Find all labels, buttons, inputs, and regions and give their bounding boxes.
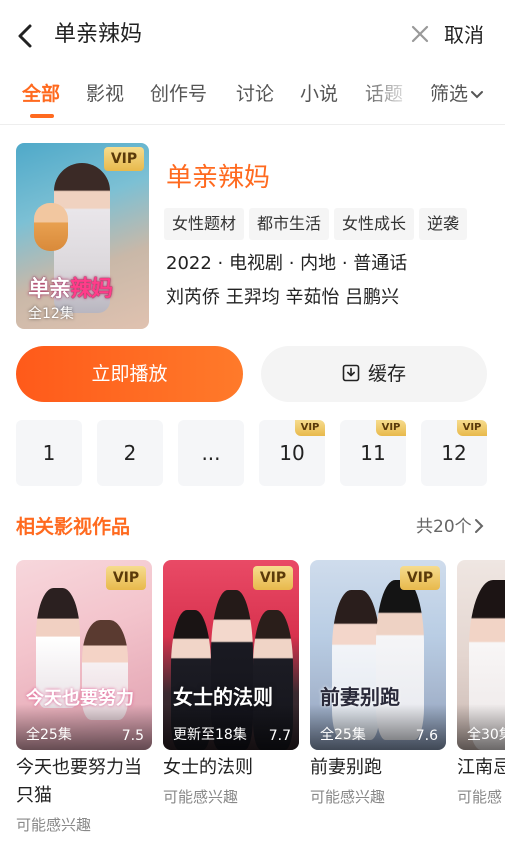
vip-badge: VIP (253, 566, 293, 590)
poster-child (34, 203, 68, 251)
related-thumbnail: 今天也要努力 VIP 全25集 7.5 (16, 560, 152, 750)
related-subtitle: 可能感 (457, 788, 503, 806)
cache-label: 缓存 (367, 363, 406, 385)
result-tabs: 全部 影视 创作号 讨论 小说 话题 筛选 (0, 72, 505, 122)
episode-more[interactable]: ... (178, 420, 244, 486)
show-poster[interactable]: VIP 单亲辣妈 全12集 (16, 143, 149, 329)
related-card[interactable]: 全30集 江南忌 可能感 (457, 560, 505, 810)
related-card[interactable]: 女士的法则 VIP 更新至18集 7.7 女士的法则 可能感兴趣 (163, 560, 299, 810)
episode-1[interactable]: 1 (16, 420, 82, 486)
related-count: 共20个 (416, 517, 472, 537)
related-card[interactable]: 今天也要努力 VIP 全25集 7.5 今天也要努力当只猫 可能感兴趣 (16, 560, 152, 838)
play-button[interactable]: 立即播放 (16, 346, 243, 402)
tab-creator[interactable]: 创作号 (150, 80, 207, 108)
tag[interactable]: 都市生活 (249, 208, 330, 240)
episode-10[interactable]: 10 VIP (259, 420, 325, 486)
vip-badge: VIP (104, 147, 144, 171)
episode-count: 更新至18集 (173, 727, 247, 743)
clear-icon[interactable] (406, 20, 434, 48)
related-section-title: 相关影视作品 (16, 516, 131, 538)
rating: 7.6 (415, 728, 438, 744)
related-thumbnail: 女士的法则 VIP 更新至18集 7.7 (163, 560, 299, 750)
tab-video[interactable]: 影视 (86, 80, 124, 108)
related-subtitle: 可能感兴趣 (163, 788, 239, 806)
rating: 7.5 (121, 728, 144, 744)
episode-12[interactable]: 12 VIP (421, 420, 487, 486)
tab-indicator (30, 114, 54, 118)
chevron-down-icon (471, 90, 484, 98)
related-subtitle: 可能感兴趣 (310, 788, 386, 806)
related-title: 今天也要努力当只猫 (16, 757, 142, 806)
related-thumbnail: 全30集 (457, 560, 505, 750)
related-more-link[interactable]: 共20个 (416, 512, 484, 542)
show-meta: 2022 · 电视剧 · 内地 · 普通话 (166, 253, 408, 274)
episode-count: 全25集 (320, 727, 366, 743)
rating: 7.7 (268, 728, 291, 744)
tab-discussion[interactable]: 讨论 (236, 80, 274, 108)
vip-badge: VIP (457, 420, 487, 436)
vip-badge: VIP (400, 566, 440, 590)
show-cast[interactable]: 刘芮侨 王羿均 辛茹怡 吕鹏兴 (166, 284, 399, 312)
vip-badge: VIP (106, 566, 146, 590)
episode-2[interactable]: 2 (97, 420, 163, 486)
cache-button[interactable]: 缓存 (261, 346, 487, 402)
divider (0, 124, 505, 125)
related-title: 前妻别跑 (310, 757, 382, 778)
show-title[interactable]: 单亲辣妈 (166, 158, 270, 198)
tag[interactable]: 女性成长 (334, 208, 415, 240)
vip-badge: VIP (376, 420, 406, 436)
vip-badge: VIP (295, 420, 325, 436)
episode-11[interactable]: 11 VIP (340, 420, 406, 486)
related-card[interactable]: 前妻别跑 VIP 全25集 7.6 前妻别跑 可能感兴趣 (310, 560, 446, 810)
related-subtitle: 可能感兴趣 (16, 816, 92, 834)
filter-label: 筛选 (430, 83, 469, 105)
back-arrow-icon[interactable] (12, 20, 40, 52)
filter-button[interactable]: 筛选 (428, 80, 485, 108)
cancel-button[interactable]: 取消 (444, 18, 484, 52)
search-header: 单亲辣妈 取消 (0, 0, 505, 72)
episode-count: 全30集 (467, 727, 505, 743)
tab-novel[interactable]: 小说 (300, 80, 338, 108)
tab-fade (360, 72, 430, 122)
tag[interactable]: 女性题材 (164, 208, 245, 240)
download-icon (342, 364, 360, 381)
poster-episode-count: 全12集 (28, 306, 74, 322)
poster-title-art: 单亲辣妈 (28, 277, 113, 302)
tab-all[interactable]: 全部 (22, 80, 60, 108)
related-title: 女士的法则 (163, 757, 253, 778)
chevron-right-icon (474, 518, 484, 533)
related-title: 江南忌 (457, 757, 505, 778)
search-query[interactable]: 单亲辣妈 (54, 18, 142, 52)
related-thumbnail: 前妻别跑 VIP 全25集 7.6 (310, 560, 446, 750)
tag[interactable]: 逆袭 (419, 208, 468, 240)
episode-count: 全25集 (26, 727, 72, 743)
